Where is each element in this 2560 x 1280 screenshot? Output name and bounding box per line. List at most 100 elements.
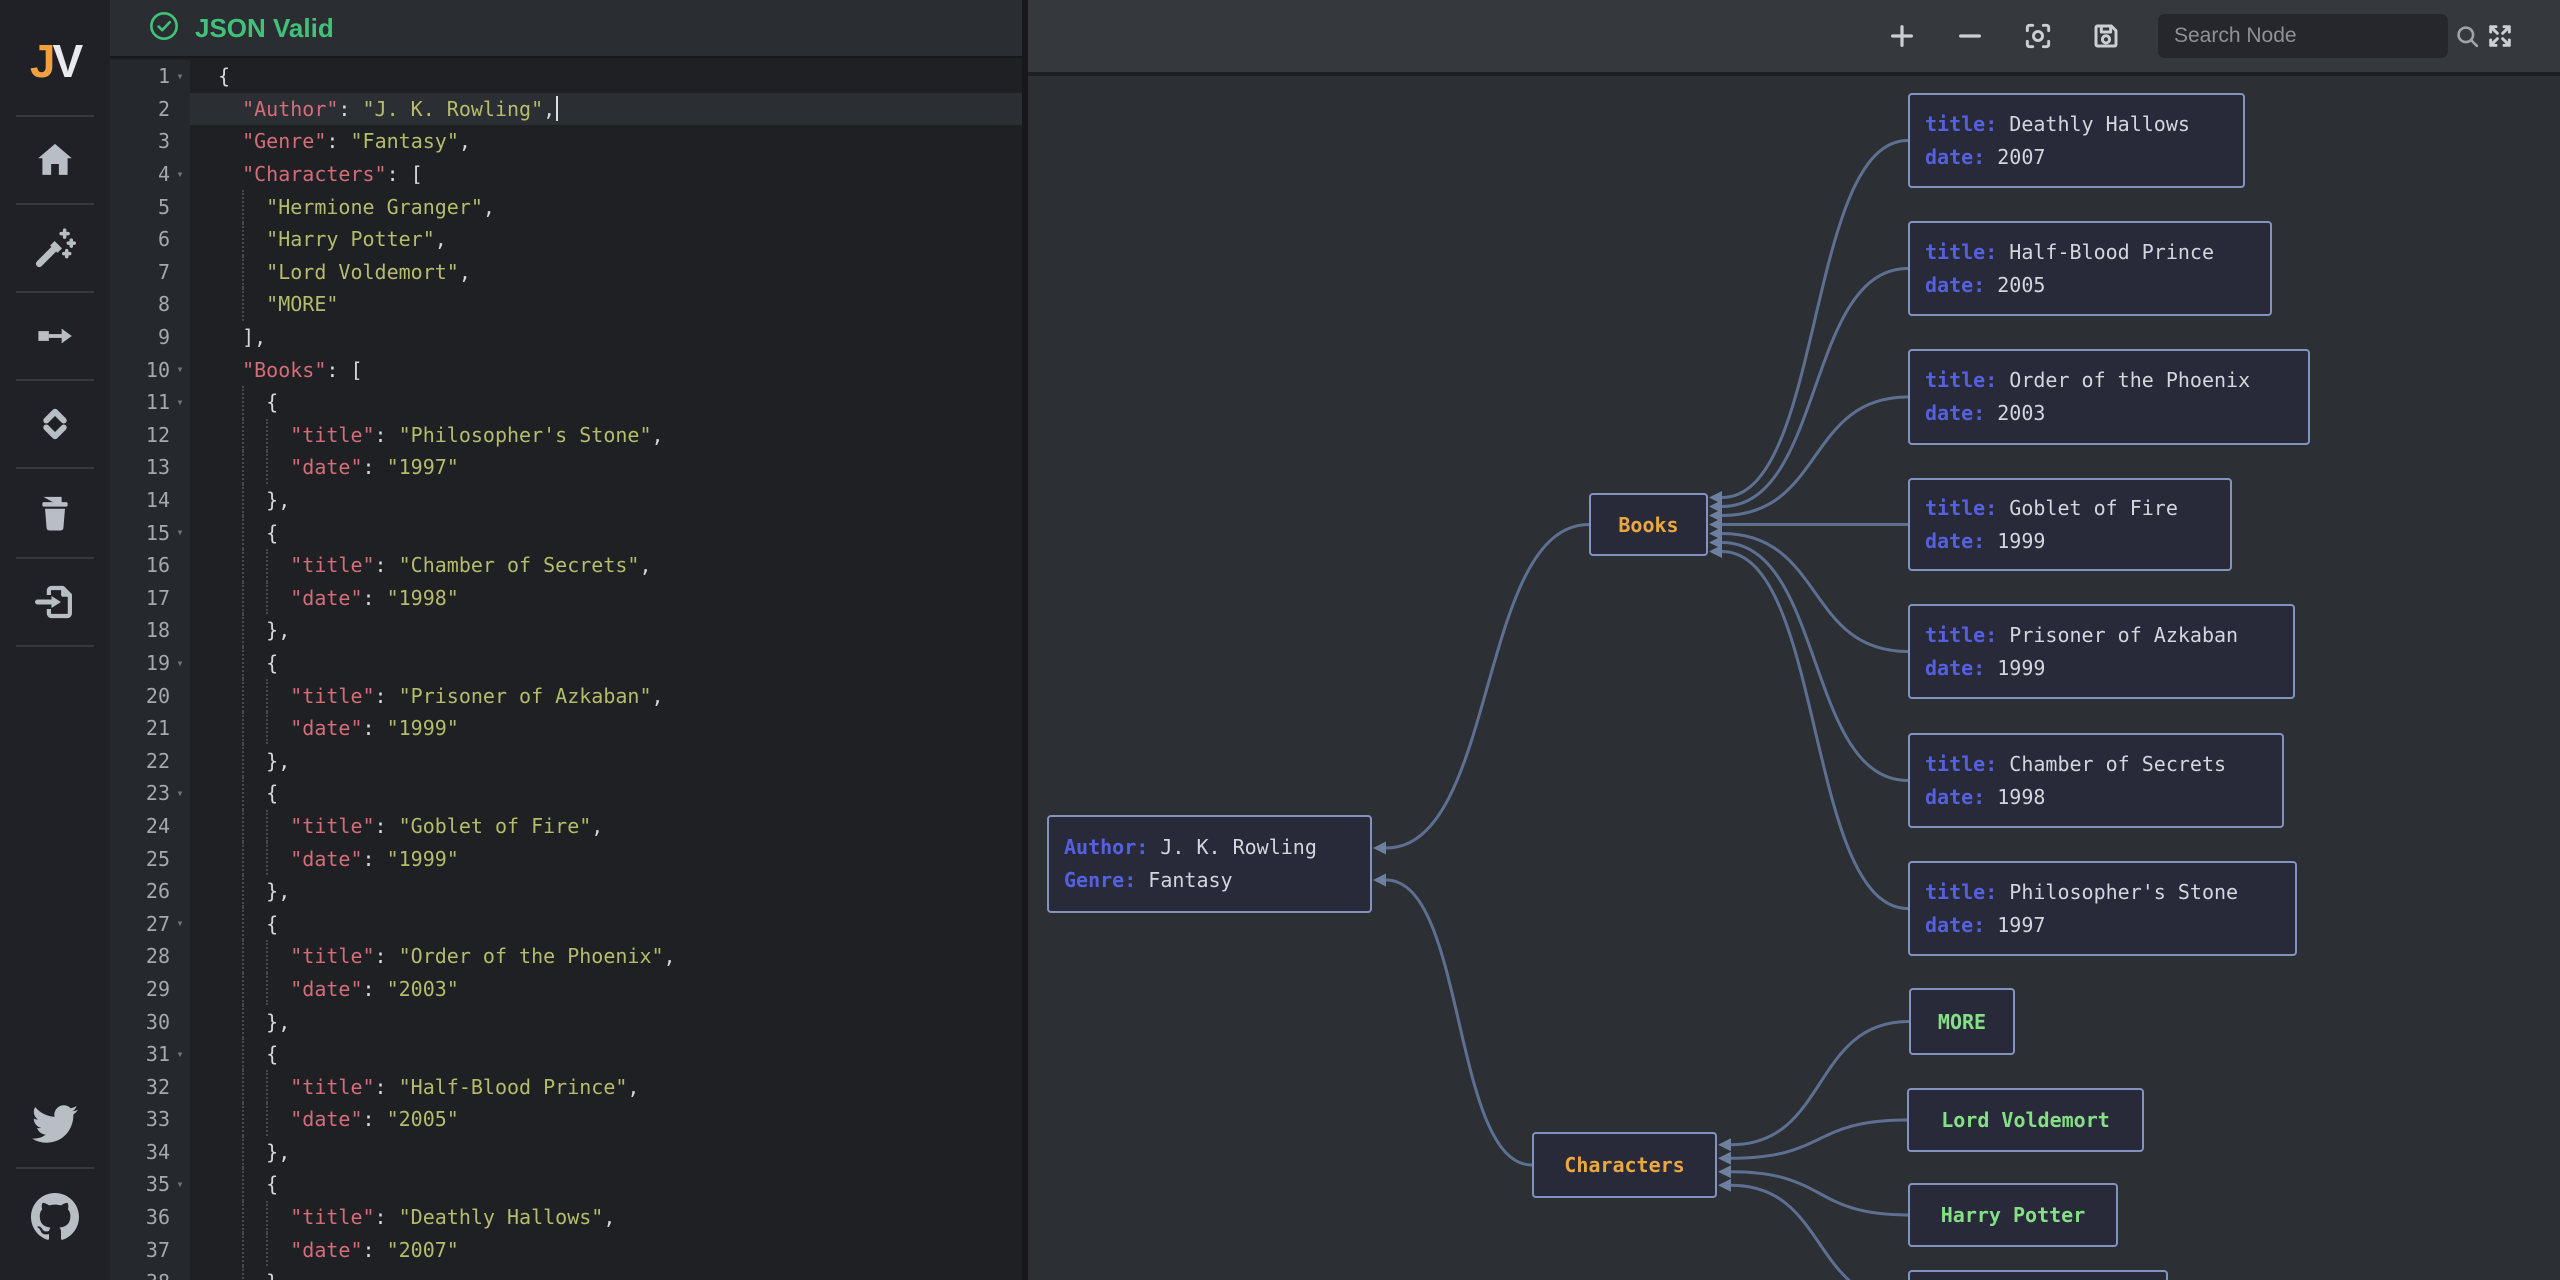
editor-line-29[interactable]: 29 "date": "2003": [110, 973, 1022, 1006]
editor-line-1[interactable]: 1▾{: [110, 60, 1022, 93]
line-code[interactable]: "date": "2003": [190, 973, 1022, 1006]
fold-toggle-icon[interactable]: ▾: [170, 158, 190, 191]
editor-line-36[interactable]: 36 "title": "Deathly Hallows",: [110, 1201, 1022, 1234]
graph-node-books[interactable]: Books: [1589, 493, 1708, 556]
editor-line-11[interactable]: 11▾ {: [110, 386, 1022, 419]
zoom-in-button[interactable]: [1886, 20, 1918, 52]
line-code[interactable]: },: [190, 875, 1022, 908]
line-code[interactable]: "title": "Chamber of Secrets",: [190, 549, 1022, 582]
editor-line-2[interactable]: 2 "Author": "J. K. Rowling",: [110, 93, 1022, 126]
editor-line-18[interactable]: 18 },: [110, 614, 1022, 647]
editor-line-35[interactable]: 35▾ {: [110, 1168, 1022, 1201]
sidebar-item-home[interactable]: [0, 139, 110, 181]
line-code[interactable]: "title": "Goblet of Fire",: [190, 810, 1022, 843]
fold-toggle-icon[interactable]: ▾: [170, 60, 190, 93]
editor-line-10[interactable]: 10▾ "Books": [: [110, 353, 1022, 386]
graph-node-philosophers-stone[interactable]: title: Philosopher's Stonedate: 1997: [1908, 861, 2297, 956]
line-code[interactable]: {: [190, 386, 1022, 419]
fold-toggle-icon[interactable]: ▾: [170, 386, 190, 419]
line-code[interactable]: "title": "Deathly Hallows",: [190, 1201, 1022, 1234]
graph-node-harry-potter[interactable]: Harry Potter: [1908, 1183, 2118, 1247]
sidebar-item-twitter[interactable]: [0, 1101, 110, 1147]
editor-line-8[interactable]: 8 "MORE": [110, 288, 1022, 321]
line-code[interactable]: "MORE": [190, 288, 1022, 321]
sidebar-item-clear[interactable]: [0, 493, 110, 535]
fold-toggle-icon[interactable]: ▾: [170, 907, 190, 940]
editor-line-16[interactable]: 16 "title": "Chamber of Secrets",: [110, 549, 1022, 582]
line-code[interactable]: {: [190, 60, 1022, 93]
search-icon[interactable]: [2453, 22, 2481, 50]
editor-line-14[interactable]: 14 },: [110, 484, 1022, 517]
editor-line-7[interactable]: 7 "Lord Voldemort",: [110, 256, 1022, 289]
graph-node-lord-voldemort[interactable]: Lord Voldemort: [1907, 1088, 2144, 1152]
editor-line-34[interactable]: 34 },: [110, 1136, 1022, 1169]
graph-node-goblet-of-fire[interactable]: title: Goblet of Firedate: 1999: [1908, 478, 2232, 571]
graph-node-prisoner-of-azkaban[interactable]: title: Prisoner of Azkabandate: 1999: [1908, 604, 2295, 699]
line-code[interactable]: "title": "Philosopher's Stone",: [190, 419, 1022, 452]
editor-line-5[interactable]: 5 "Hermione Granger",: [110, 190, 1022, 223]
editor-line-26[interactable]: 26 },: [110, 875, 1022, 908]
editor-line-24[interactable]: 24 "title": "Goblet of Fire",: [110, 810, 1022, 843]
graph-node-deathly-hallows[interactable]: title: Deathly Hallowsdate: 2007: [1908, 93, 2245, 188]
line-code[interactable]: "Genre": "Fantasy",: [190, 125, 1022, 158]
line-code[interactable]: {: [190, 1168, 1022, 1201]
line-code[interactable]: "Harry Potter",: [190, 223, 1022, 256]
app-logo[interactable]: JV: [0, 38, 110, 84]
graph-canvas[interactable]: Author: J. K. RowlingGenre: Fantasy Books…: [1028, 0, 2560, 1280]
line-code[interactable]: {: [190, 777, 1022, 810]
zoom-out-button[interactable]: [1954, 20, 1986, 52]
editor-line-12[interactable]: 12 "title": "Philosopher's Stone",: [110, 419, 1022, 452]
line-code[interactable]: "date": "1999": [190, 712, 1022, 745]
line-code[interactable]: "Lord Voldemort",: [190, 256, 1022, 289]
line-code[interactable]: },: [190, 1005, 1022, 1038]
fold-toggle-icon[interactable]: ▾: [170, 647, 190, 680]
editor-line-32[interactable]: 32 "title": "Half-Blood Prince",: [110, 1070, 1022, 1103]
line-code[interactable]: "date": "2007": [190, 1233, 1022, 1266]
editor-line-28[interactable]: 28 "title": "Order of the Phoenix",: [110, 940, 1022, 973]
line-code[interactable]: {: [190, 647, 1022, 680]
editor-line-4[interactable]: 4▾ "Characters": [: [110, 158, 1022, 191]
editor-line-13[interactable]: 13 "date": "1997": [110, 451, 1022, 484]
graph-node-more[interactable]: MORE: [1909, 988, 2015, 1055]
line-code[interactable]: "date": "2005": [190, 1103, 1022, 1136]
sidebar-item-layout-direction[interactable]: [0, 315, 110, 357]
sidebar-item-import[interactable]: [0, 581, 110, 623]
center-view-button[interactable]: [2022, 20, 2054, 52]
line-code[interactable]: "Books": [: [190, 353, 1022, 386]
search-node-input[interactable]: [2158, 24, 2453, 48]
line-code[interactable]: "Hermione Granger",: [190, 190, 1022, 223]
editor-line-15[interactable]: 15▾ {: [110, 516, 1022, 549]
fold-toggle-icon[interactable]: ▾: [170, 1168, 190, 1201]
fold-toggle-icon[interactable]: ▾: [170, 1038, 190, 1071]
line-code[interactable]: "title": "Order of the Phoenix",: [190, 940, 1022, 973]
graph-node-root[interactable]: Author: J. K. RowlingGenre: Fantasy: [1047, 815, 1372, 913]
graph-node-half-blood-prince[interactable]: title: Half-Blood Princedate: 2005: [1908, 221, 2272, 316]
graph-node-characters[interactable]: Characters: [1532, 1132, 1717, 1198]
sidebar-item-expand-collapse[interactable]: [0, 403, 110, 445]
editor-line-21[interactable]: 21 "date": "1999": [110, 712, 1022, 745]
sidebar-item-auto-format[interactable]: [0, 227, 110, 269]
graph-node-order-of-the-phoenix[interactable]: title: Order of the Phoenixdate: 2003: [1908, 349, 2310, 445]
line-code[interactable]: },: [190, 744, 1022, 777]
line-code[interactable]: {: [190, 1038, 1022, 1071]
editor-line-17[interactable]: 17 "date": "1998": [110, 582, 1022, 615]
editor-line-3[interactable]: 3 "Genre": "Fantasy",: [110, 125, 1022, 158]
fullscreen-button[interactable]: [2484, 20, 2516, 52]
line-code[interactable]: },: [190, 614, 1022, 647]
editor-line-38[interactable]: 38 }: [110, 1266, 1022, 1280]
code-editor[interactable]: 1▾{2 "Author": "J. K. Rowling",3 "Genre"…: [110, 60, 1022, 1280]
line-code[interactable]: {: [190, 516, 1022, 549]
line-code[interactable]: "Characters": [: [190, 158, 1022, 191]
save-button[interactable]: [2090, 20, 2122, 52]
line-code[interactable]: "date": "1999": [190, 842, 1022, 875]
editor-line-33[interactable]: 33 "date": "2005": [110, 1103, 1022, 1136]
editor-line-31[interactable]: 31▾ {: [110, 1038, 1022, 1071]
line-code[interactable]: "title": "Half-Blood Prince",: [190, 1070, 1022, 1103]
fold-toggle-icon[interactable]: ▾: [170, 516, 190, 549]
line-code[interactable]: {: [190, 907, 1022, 940]
graph-node-chamber-of-secrets[interactable]: title: Chamber of Secretsdate: 1998: [1908, 733, 2284, 828]
editor-line-27[interactable]: 27▾ {: [110, 907, 1022, 940]
graph-node-hermione-granger[interactable]: Hermione Granger: [1908, 1270, 2168, 1280]
line-code[interactable]: "title": "Prisoner of Azkaban",: [190, 679, 1022, 712]
editor-line-6[interactable]: 6 "Harry Potter",: [110, 223, 1022, 256]
